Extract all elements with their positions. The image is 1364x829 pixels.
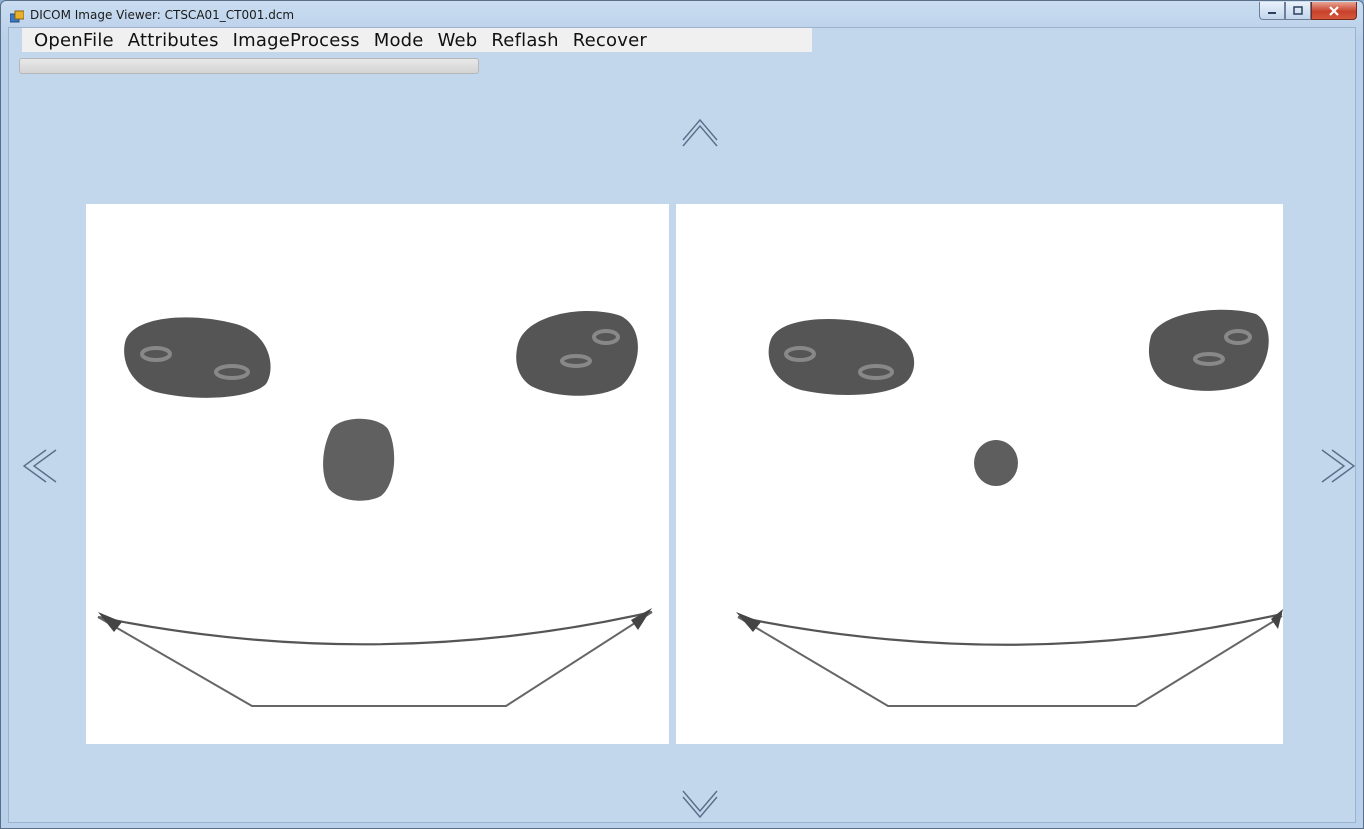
chevron-down-icon: [682, 790, 718, 819]
chevron-up-icon: [682, 118, 718, 147]
app-icon: [9, 9, 25, 23]
chevron-left-icon: [22, 449, 57, 483]
menu-web[interactable]: Web: [438, 30, 478, 51]
nav-left-button[interactable]: [19, 446, 63, 486]
minimize-button[interactable]: [1259, 2, 1285, 20]
dicom-image-right[interactable]: [676, 204, 1283, 744]
close-button[interactable]: [1311, 2, 1357, 20]
menu-openfile[interactable]: OpenFile: [34, 30, 114, 51]
chevron-right-icon: [1321, 449, 1356, 483]
menu-mode[interactable]: Mode: [374, 30, 424, 51]
dicom-image-left[interactable]: [86, 204, 669, 744]
ct-tissue-left: [97, 311, 653, 707]
maximize-button[interactable]: [1285, 2, 1311, 20]
menu-attributes[interactable]: Attributes: [128, 30, 219, 51]
menu-bar: OpenFile Attributes ImageProcess Mode We…: [22, 28, 812, 52]
maximize-icon: [1293, 5, 1303, 15]
app-window: DICOM Image Viewer: CTSCA01_CT001.dcm Op…: [0, 0, 1364, 829]
menu-recover[interactable]: Recover: [573, 30, 647, 51]
menu-imageprocess[interactable]: ImageProcess: [233, 30, 360, 51]
menu-reflash[interactable]: Reflash: [491, 30, 558, 51]
nav-right-button[interactable]: [1315, 446, 1359, 486]
minimize-icon: [1268, 11, 1276, 14]
window-title: DICOM Image Viewer: CTSCA01_CT001.dcm: [30, 8, 295, 22]
window-controls: [1259, 2, 1357, 22]
nav-down-button[interactable]: [679, 783, 721, 823]
close-icon: [1329, 5, 1339, 16]
progress-bar: [19, 58, 479, 74]
nav-up-button[interactable]: [679, 114, 721, 154]
ct-tissue-right: [736, 309, 1283, 707]
